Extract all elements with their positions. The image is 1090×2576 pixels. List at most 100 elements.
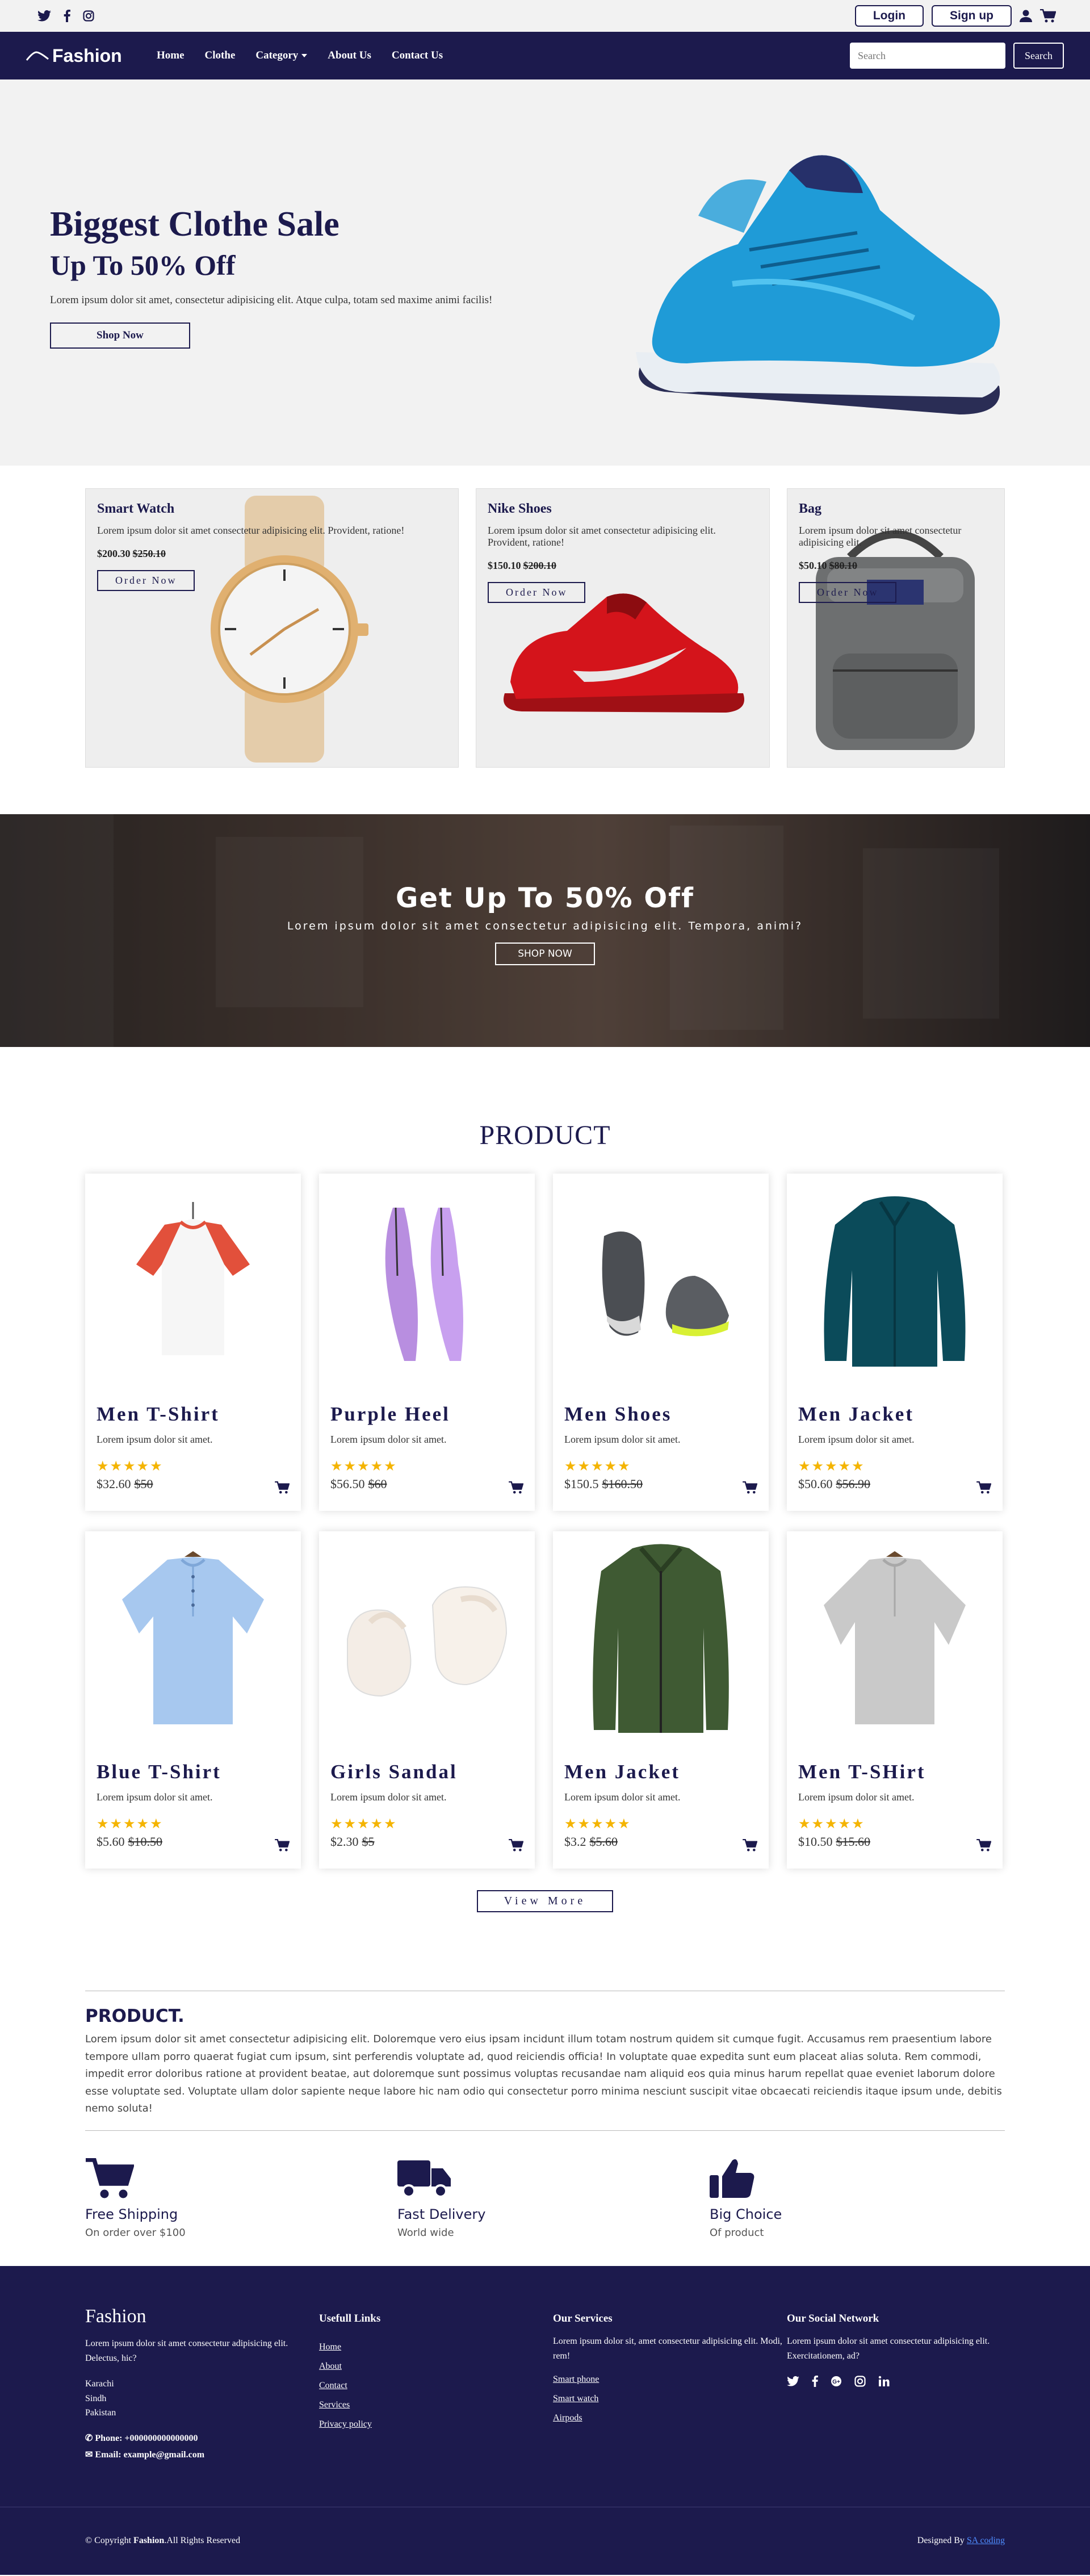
offer-price: $50.10 $80.10 bbox=[799, 560, 986, 572]
product-description: Lorem ipsum dolor sit amet. bbox=[798, 1791, 915, 1803]
product-card[interactable]: Purple Heel Lorem ipsum dolor sit amet. … bbox=[319, 1174, 535, 1511]
twitter-icon[interactable] bbox=[37, 10, 51, 22]
product-card[interactable]: Men Shoes Lorem ipsum dolor sit amet. ★★… bbox=[553, 1174, 769, 1511]
promo-title: Get Up To 50% Off bbox=[396, 882, 694, 914]
raglan-tshirt-image bbox=[136, 1202, 250, 1355]
footer-services-title: Our Services bbox=[553, 2312, 613, 2324]
product-grid: Men T-Shirt Lorem ipsum dolor sit amet. … bbox=[85, 1174, 1090, 1869]
product-price: $150.5 $160.50 bbox=[564, 1477, 769, 1492]
nav-link-about[interactable]: About Us bbox=[328, 49, 371, 62]
signup-button[interactable]: Sign up bbox=[932, 5, 1012, 27]
copyright-prefix: © Copyright bbox=[85, 2536, 134, 2546]
add-to-cart-icon[interactable] bbox=[743, 1481, 757, 1494]
instagram-icon[interactable] bbox=[854, 2376, 866, 2387]
product-name: Men Jacket bbox=[564, 1761, 680, 1783]
footer-services-column: Our Services Lorem ipsum dolor sit, amet… bbox=[553, 2306, 787, 2464]
brand-logo[interactable]: Fashion bbox=[26, 45, 157, 66]
facebook-icon[interactable] bbox=[812, 2376, 818, 2387]
add-to-cart-icon[interactable] bbox=[275, 1481, 290, 1494]
product-name: Men T-Shirt bbox=[97, 1403, 220, 1425]
add-to-cart-icon[interactable] bbox=[743, 1839, 757, 1852]
product-card[interactable]: Girls Sandal Lorem ipsum dolor sit amet.… bbox=[319, 1531, 535, 1869]
product-name: Blue T-Shirt bbox=[97, 1761, 221, 1783]
product-name: Purple Heel bbox=[330, 1403, 450, 1425]
add-to-cart-icon[interactable] bbox=[976, 1839, 991, 1852]
product-card[interactable]: Men T-Shirt Lorem ipsum dolor sit amet. … bbox=[85, 1174, 301, 1511]
designer-link[interactable]: SA coding bbox=[967, 2536, 1005, 2545]
product-card[interactable]: Men Jacket Lorem ipsum dolor sit amet. ★… bbox=[787, 1174, 1003, 1511]
add-to-cart-icon[interactable] bbox=[275, 1839, 290, 1852]
add-to-cart-icon[interactable] bbox=[976, 1481, 991, 1494]
nav-link-home[interactable]: Home bbox=[157, 49, 185, 62]
feature-item: Fast Delivery World wide bbox=[397, 2158, 710, 2266]
product-price-old: $10.50 bbox=[128, 1834, 163, 1849]
footer-social-column: Our Social Network Lorem ipsum dolor sit… bbox=[787, 2306, 1021, 2464]
offer-text: Lorem ipsum dolor sit amet consectetur a… bbox=[97, 525, 405, 536]
footer-link-services[interactable]: Services bbox=[319, 2400, 553, 2410]
envelope-icon: ✉ bbox=[85, 2449, 95, 2460]
add-to-cart-icon[interactable] bbox=[509, 1481, 523, 1494]
promo-shop-now-button[interactable]: SHOP NOW bbox=[495, 943, 595, 965]
teal-jacket-image bbox=[824, 1196, 966, 1367]
facebook-icon[interactable] bbox=[64, 10, 70, 22]
product-price: $50.60 $56.90 bbox=[798, 1477, 1003, 1492]
add-to-cart-icon[interactable] bbox=[509, 1839, 523, 1852]
products-section: PRODUCT Men T-Shirt Lorem ipsum dolor si… bbox=[0, 1047, 1090, 1912]
order-now-button[interactable]: Order Now bbox=[799, 582, 897, 603]
footer-link-privacy[interactable]: Privacy policy bbox=[319, 2419, 553, 2430]
shop-now-button[interactable]: Shop Now bbox=[50, 322, 190, 349]
product-card[interactable]: Men T-SHirt Lorem ipsum dolor sit amet. … bbox=[787, 1531, 1003, 1869]
feature-title: Free Shipping bbox=[85, 2206, 178, 2222]
footer-columns: Fashion Lorem ipsum dolor sit amet conse… bbox=[0, 2266, 1090, 2464]
nav-link-contact[interactable]: Contact Us bbox=[392, 49, 443, 62]
product-price-old: $5 bbox=[362, 1834, 375, 1849]
product-image bbox=[553, 1174, 769, 1389]
google-plus-icon[interactable]: G+ bbox=[831, 2376, 842, 2387]
twitter-icon[interactable] bbox=[787, 2376, 799, 2386]
view-more-wrapper: View More bbox=[0, 1890, 1090, 1912]
product-rating-stars: ★★★★★ bbox=[97, 1817, 164, 1832]
footer-about-text: Lorem ipsum dolor sit amet consectetur a… bbox=[85, 2338, 288, 2363]
product-price-current: $3.2 bbox=[564, 1834, 586, 1849]
promo-text: Lorem ipsum dolor sit amet consectetur a… bbox=[287, 920, 803, 932]
nav-link-clothe[interactable]: Clothe bbox=[205, 49, 236, 62]
view-more-button[interactable]: View More bbox=[476, 1890, 614, 1912]
footer-logo[interactable]: Fashion bbox=[85, 2306, 319, 2327]
order-now-button[interactable]: Order Now bbox=[97, 570, 195, 591]
login-button[interactable]: Login bbox=[854, 5, 924, 27]
instagram-icon[interactable] bbox=[83, 10, 94, 22]
footer-service-link[interactable]: Airpods bbox=[553, 2413, 787, 2423]
footer-service-link[interactable]: Smart phone bbox=[553, 2374, 787, 2385]
footer-link-about[interactable]: About bbox=[319, 2361, 553, 2372]
cart-icon[interactable] bbox=[1040, 9, 1056, 23]
product-price-old: $15.60 bbox=[836, 1834, 871, 1849]
grey-shirt-image bbox=[824, 1551, 966, 1724]
product-card[interactable]: Blue T-Shirt Lorem ipsum dolor sit amet.… bbox=[85, 1531, 301, 1869]
product-price: $10.50 $15.60 bbox=[798, 1834, 1003, 1849]
product-price-old: $50 bbox=[134, 1477, 153, 1491]
copyright-suffix: .All Rights Reserved bbox=[164, 2536, 241, 2546]
offer-price: $200.30 $250.10 bbox=[97, 548, 438, 560]
about-section: PRODUCT. Lorem ipsum dolor sit amet cons… bbox=[85, 1991, 1005, 2131]
product-image bbox=[85, 1531, 301, 1747]
product-card[interactable]: Men Jacket Lorem ipsum dolor sit amet. ★… bbox=[553, 1531, 769, 1869]
offer-price-current: $50.10 bbox=[799, 560, 827, 571]
linkedin-icon[interactable] bbox=[878, 2376, 890, 2387]
product-name: Men Shoes bbox=[564, 1403, 672, 1425]
footer-email-text: Email: example@gmail.com bbox=[95, 2449, 205, 2460]
offer-text: Lorem ipsum dolor sit amet consectetur a… bbox=[799, 525, 962, 548]
footer-services-text: Lorem ipsum dolor sit, amet consectetur … bbox=[553, 2336, 782, 2361]
user-icon[interactable] bbox=[1020, 10, 1032, 22]
order-now-button[interactable]: Order Now bbox=[488, 582, 586, 603]
product-price-current: $10.50 bbox=[798, 1834, 833, 1849]
nav-link-category[interactable]: Category bbox=[255, 49, 308, 62]
offer-text: Lorem ipsum dolor sit amet consectetur a… bbox=[488, 525, 716, 548]
product-price: $32.60 $50 bbox=[97, 1477, 301, 1492]
footer-link-contact[interactable]: Contact bbox=[319, 2381, 553, 2391]
footer-service-link[interactable]: Smart watch bbox=[553, 2394, 787, 2404]
footer-social-text: Lorem ipsum dolor sit amet consectetur a… bbox=[787, 2336, 990, 2361]
search-input[interactable] bbox=[850, 43, 1006, 69]
footer-social-icons: G+ bbox=[787, 2376, 1021, 2387]
footer-link-home[interactable]: Home bbox=[319, 2342, 553, 2352]
search-button[interactable]: Search bbox=[1013, 43, 1064, 69]
